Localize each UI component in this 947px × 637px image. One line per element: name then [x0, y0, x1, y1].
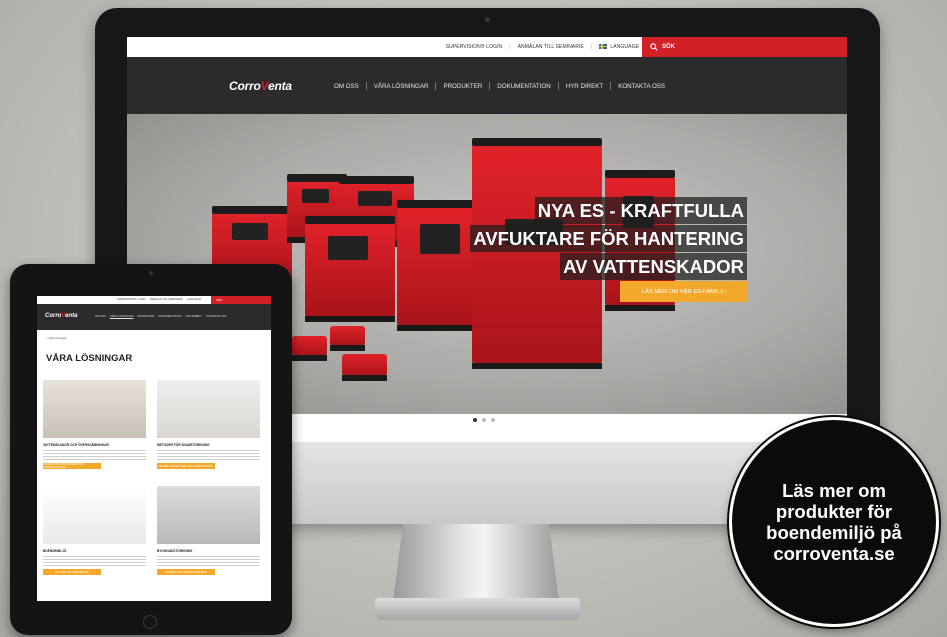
promo-badge-text: Läs mer om produkter för boendemiljö på …: [749, 480, 919, 564]
promo-badge-line: corroventa.se: [773, 543, 895, 564]
desktop-menu: OM OSS VÅRA LÖSNINGAR PRODUKTER DOKUMENT…: [327, 82, 672, 90]
seminar-signup-link[interactable]: ANMÄLAN TILL SEMINARIE: [149, 298, 182, 301]
tablet-search-button[interactable]: SÖK: [211, 296, 271, 304]
ipad-camera: [149, 271, 153, 275]
breadcrumb-label: Våra lösningar: [48, 336, 67, 340]
card-image: [157, 380, 260, 438]
corroventa-logo[interactable]: CorroVenta: [229, 79, 292, 93]
sensor-box-image: [342, 354, 387, 381]
hero-cta-button[interactable]: LÄS MER OM VÅR ES-FAMILJ ›: [620, 281, 748, 302]
imac-stand-neck: [393, 524, 559, 602]
nav-item-dokumentation[interactable]: DOKUMENTATION: [158, 315, 181, 318]
nav-item-kontakta-oss[interactable]: KONTAKTA OSS: [611, 83, 672, 90]
solution-card[interactable]: BYGGNADSTORKNING LÄS MER OM BYGGNADSTORK…: [157, 486, 260, 575]
imac-stand-foot: [375, 598, 580, 620]
desktop-utility-links: SUPERVISION® LOGIN | ANMÄLAN TILL SEMINA…: [446, 37, 639, 57]
solution-card[interactable]: VATTENSKADOR OCH ÖVERSVÄMNINGAR LÄS MER …: [43, 380, 146, 469]
card-read-more-button[interactable]: LÄS MER OM VATTENSKADOR OCH ÖVERSVÄMNING…: [43, 463, 101, 469]
logo-v: V: [260, 79, 269, 93]
nav-item-vara-losningar[interactable]: VÅRA LÖSNINGAR: [110, 315, 134, 318]
nav-item-hyr-direkt[interactable]: HYR DIREKT: [186, 315, 202, 318]
ipad-frame: SUPERVISION® LOGIN ANMÄLAN TILL SEMINARI…: [10, 264, 292, 635]
language-selector[interactable]: LANGUAGE: [599, 44, 639, 50]
hero-headline-line: AV VATTENSKADOR: [560, 253, 747, 280]
card-title: VATTENSKADOR OCH ÖVERSVÄMNINGAR: [43, 443, 109, 447]
desktop-main-nav: CorroVenta OM OSS VÅRA LÖSNINGAR PRODUKT…: [127, 57, 847, 114]
logo-text: enta: [268, 79, 292, 93]
corroventa-logo[interactable]: CorroVenta: [45, 313, 77, 319]
promo-badge-line: Läs mer om: [782, 480, 886, 501]
card-description: [157, 556, 260, 566]
supervision-login-link[interactable]: SUPERVISION® LOGIN: [446, 44, 503, 50]
sensor-box-image: [292, 336, 327, 361]
card-image: [157, 486, 260, 544]
separator: |: [509, 44, 511, 50]
nav-item-vara-losningar[interactable]: VÅRA LÖSNINGAR: [367, 83, 436, 90]
breadcrumb[interactable]: ⌂ Våra lösningar: [46, 336, 67, 340]
promo-badge-line: produkter för: [775, 501, 893, 522]
desktop-search-button[interactable]: SÖK: [642, 37, 847, 57]
promo-badge: Läs mer om produkter för boendemiljö på …: [729, 417, 939, 627]
solution-card[interactable]: BOENDEMILJÖ LÄS MER OM BOENDEMILJÖ: [43, 486, 146, 575]
dehumidifier-unit-image: [305, 216, 395, 322]
sweden-flag-icon: [599, 44, 608, 50]
card-title: METODER FÖR SKADETORKNING: [157, 443, 210, 447]
search-label: SÖK: [662, 44, 676, 50]
supervision-login-link[interactable]: SUPERVISION® LOGIN: [117, 298, 145, 301]
card-description: [43, 450, 146, 460]
card-read-more-button[interactable]: LÄS MER OM BOENDEMILJÖ: [43, 569, 101, 575]
logo-text: Corro: [45, 313, 62, 319]
card-description: [157, 450, 260, 460]
carousel-dot[interactable]: [491, 418, 495, 422]
search-icon: [650, 43, 658, 51]
nav-item-produkter[interactable]: PRODUKTER: [436, 83, 489, 90]
nav-item-dokumentation[interactable]: DOKUMENTATION: [490, 83, 557, 90]
nav-item-produkter[interactable]: PRODUKTER: [138, 315, 155, 318]
hero-headline-line: AVFUKTARE FÖR HANTERING: [470, 225, 747, 252]
card-read-more-button[interactable]: LÄS MER OM BYGGNADSTORKNING: [157, 569, 215, 575]
carousel-dot-active[interactable]: [473, 418, 477, 422]
card-description: [43, 556, 146, 566]
nav-item-om-oss[interactable]: OM OSS: [327, 83, 366, 90]
nav-item-kontakta-oss[interactable]: KONTAKTA OSS: [206, 315, 226, 318]
card-title: BYGGNADSTORKNING: [157, 549, 193, 553]
nav-item-hyr-direkt[interactable]: HYR DIREKT: [559, 83, 610, 90]
seminar-signup-link[interactable]: ANMÄLAN TILL SEMINARIE: [518, 44, 584, 50]
tablet-utility-links: SUPERVISION® LOGIN ANMÄLAN TILL SEMINARI…: [117, 298, 201, 301]
nav-item-om-oss[interactable]: OM OSS: [95, 315, 106, 318]
card-image: [43, 380, 146, 438]
imac-camera: [485, 17, 490, 22]
tablet-main-nav: CorroVenta OM OSS VÅRA LÖSNINGAR PRODUKT…: [37, 304, 271, 330]
logo-text: enta: [65, 313, 78, 319]
sensor-box-image: [330, 326, 365, 351]
page-title: VÅRA LÖSNINGAR: [46, 353, 133, 364]
home-icon: [143, 615, 157, 629]
card-image: [43, 486, 146, 544]
search-label: SÖK: [216, 298, 223, 302]
carousel-dots: [473, 418, 495, 422]
tablet-menu: OM OSS VÅRA LÖSNINGAR PRODUKTER DOKUMENT…: [95, 315, 226, 318]
promo-badge-line: boendemiljö på: [766, 522, 902, 543]
hero-headline: NYA ES - KRAFTFULLA AVFUKTARE FÖR HANTER…: [470, 196, 747, 280]
desktop-utility-bar: SUPERVISION® LOGIN | ANMÄLAN TILL SEMINA…: [127, 37, 847, 57]
language-selector[interactable]: LANGUAGE: [187, 298, 201, 301]
language-label: LANGUAGE: [610, 44, 639, 50]
solution-card[interactable]: METODER FÖR SKADETORKNING LÄS MER OM MET…: [157, 380, 260, 469]
card-title: BOENDEMILJÖ: [43, 549, 67, 553]
carousel-dot[interactable]: [482, 418, 486, 422]
tablet-website-screen: SUPERVISION® LOGIN ANMÄLAN TILL SEMINARI…: [37, 296, 271, 601]
hero-headline-line: NYA ES - KRAFTFULLA: [534, 197, 747, 224]
tablet-utility-bar: SUPERVISION® LOGIN ANMÄLAN TILL SEMINARI…: [37, 296, 271, 304]
card-read-more-button[interactable]: LÄS MER OM METODER FÖR SKADETORKNING: [157, 463, 215, 469]
logo-text: Corro: [229, 79, 261, 93]
separator: |: [591, 44, 593, 50]
